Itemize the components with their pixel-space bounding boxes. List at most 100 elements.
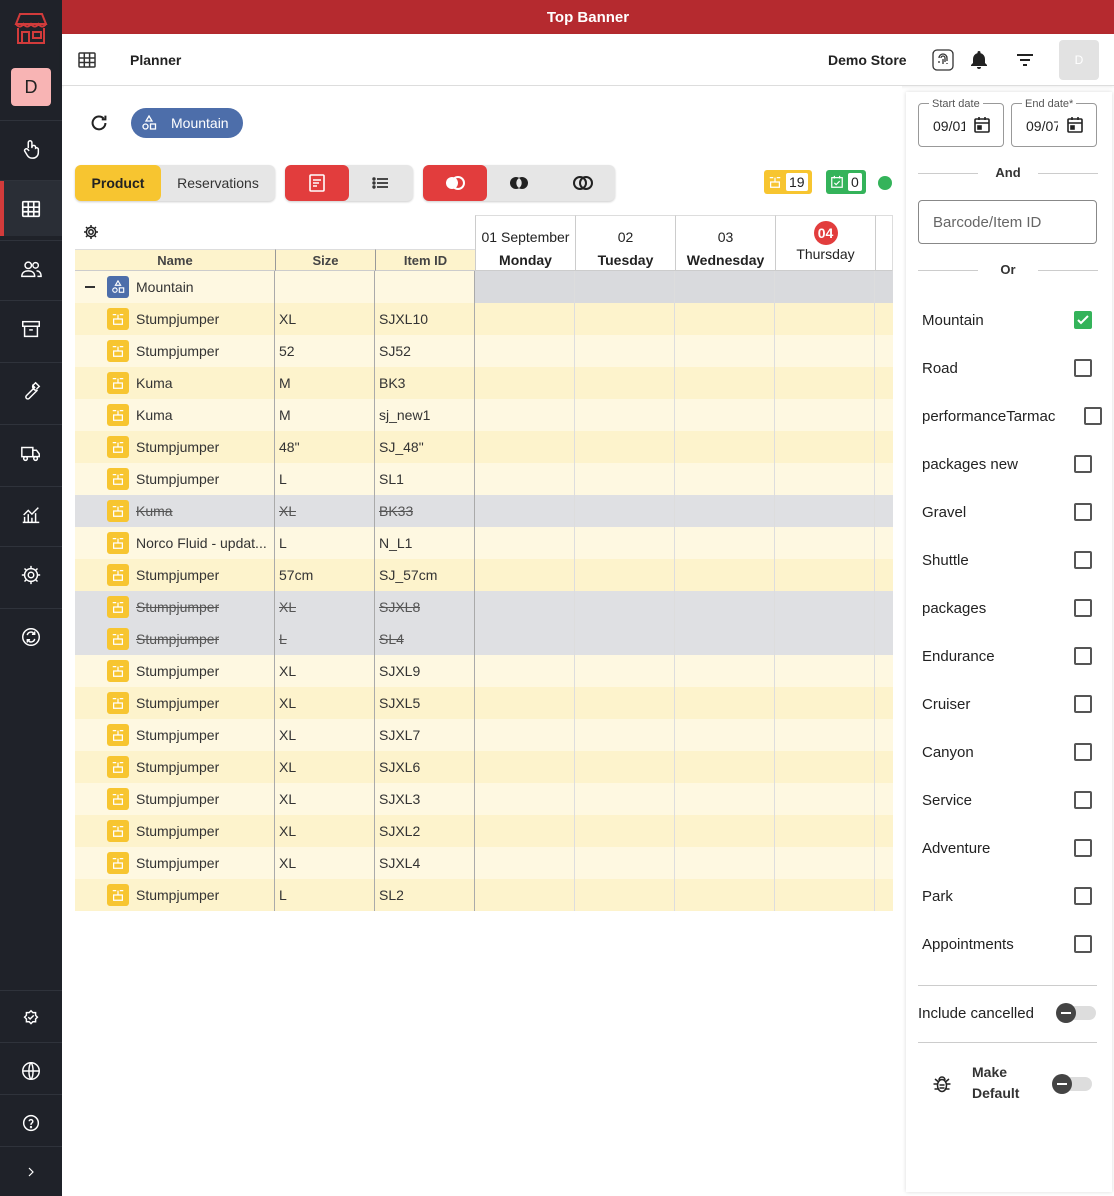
sidebar-item-language[interactable]	[0, 1042, 62, 1098]
day-cell[interactable]	[575, 623, 675, 655]
sidebar-item-reports[interactable]	[0, 486, 62, 542]
table-row-cancelled[interactable]: Stumpjumper L SL4	[75, 623, 893, 655]
refresh-icon[interactable]	[88, 112, 110, 134]
day-cell[interactable]	[575, 335, 675, 367]
filter-icon[interactable]	[1014, 49, 1036, 71]
category-filter-item[interactable]: Shuttle	[922, 545, 1102, 575]
day-cell[interactable]	[475, 687, 575, 719]
day-cell[interactable]	[675, 879, 775, 911]
category-filter-item[interactable]: packages new	[922, 449, 1102, 479]
day-cell[interactable]	[575, 655, 675, 687]
day-cell[interactable]	[475, 815, 575, 847]
table-row-cancelled[interactable]: Kuma XL BK33	[75, 495, 893, 527]
day-cell[interactable]	[475, 495, 575, 527]
day-cell[interactable]	[875, 655, 893, 687]
day-cell[interactable]	[475, 463, 575, 495]
table-row[interactable]: Stumpjumper L SL2	[75, 879, 893, 911]
start-date-field[interactable]: Start date 09/01/2025	[918, 98, 1004, 147]
day-cell[interactable]	[675, 815, 775, 847]
day-cell[interactable]	[875, 527, 893, 559]
make-default-switch[interactable]	[1052, 1074, 1092, 1094]
day-cell[interactable]	[775, 367, 875, 399]
day-cell[interactable]	[775, 655, 875, 687]
sidebar-item-verified[interactable]	[0, 990, 62, 1046]
checkbox[interactable]	[1074, 503, 1092, 521]
reservations-view-button[interactable]: Reservations	[161, 165, 275, 201]
day-cell[interactable]	[575, 559, 675, 591]
category-filter-item[interactable]: Mountain	[922, 305, 1102, 335]
day-cell[interactable]	[875, 399, 893, 431]
user-avatar[interactable]: D	[11, 68, 51, 106]
day-cell[interactable]	[575, 751, 675, 783]
category-filter-item[interactable]: packages	[922, 593, 1102, 623]
day-cell[interactable]	[775, 399, 875, 431]
overlap-mode-1-button[interactable]	[423, 165, 487, 201]
checkbox[interactable]	[1074, 839, 1092, 857]
checkbox[interactable]	[1074, 743, 1092, 761]
overlap-mode-2-button[interactable]	[487, 165, 551, 201]
day-cell[interactable]	[875, 879, 893, 911]
table-row[interactable]: Norco Fluid - updat... L N_L1	[75, 527, 893, 559]
category-filter-item[interactable]: Park	[922, 881, 1102, 911]
barcode-input[interactable]: Barcode/Item ID	[918, 200, 1097, 244]
day-cell[interactable]	[675, 687, 775, 719]
table-row[interactable]: Stumpjumper 52 SJ52	[75, 335, 893, 367]
checkbox[interactable]	[1074, 311, 1092, 329]
day-cell[interactable]	[475, 719, 575, 751]
day-cell[interactable]	[675, 527, 775, 559]
checkbox[interactable]	[1074, 647, 1092, 665]
checkbox[interactable]	[1074, 455, 1092, 473]
checkbox[interactable]	[1074, 887, 1092, 905]
day-cell[interactable]	[475, 399, 575, 431]
day-cell[interactable]	[575, 719, 675, 751]
collapse-icon[interactable]	[85, 286, 95, 288]
category-filter-item[interactable]: Cruiser	[922, 689, 1102, 719]
sidebar-item-delivery[interactable]	[0, 424, 62, 480]
checkbox[interactable]	[1074, 935, 1092, 953]
day-cell[interactable]	[775, 335, 875, 367]
day-cell[interactable]	[675, 335, 775, 367]
day-cell[interactable]	[775, 463, 875, 495]
day-cell[interactable]	[475, 879, 575, 911]
day-cell[interactable]	[675, 559, 775, 591]
day-cell[interactable]	[675, 463, 775, 495]
category-filter-item[interactable]: Road	[922, 353, 1102, 383]
day-cell[interactable]	[675, 847, 775, 879]
store-logo-icon[interactable]	[12, 10, 50, 46]
day-cell[interactable]	[675, 751, 775, 783]
day-cell[interactable]	[475, 751, 575, 783]
checkbox[interactable]	[1084, 407, 1102, 425]
table-row[interactable]: Stumpjumper XL SJXL6	[75, 751, 893, 783]
day-cell[interactable]	[575, 591, 675, 623]
day-cell[interactable]	[775, 687, 875, 719]
day-cell[interactable]	[575, 527, 675, 559]
table-settings-icon[interactable]	[83, 224, 99, 240]
column-header-item-id[interactable]: Item ID	[376, 249, 476, 271]
day-cell[interactable]	[875, 559, 893, 591]
day-cell[interactable]	[675, 431, 775, 463]
day-cell[interactable]	[875, 463, 893, 495]
day-cell[interactable]	[775, 431, 875, 463]
category-filter-item[interactable]: Adventure	[922, 833, 1102, 863]
day-cell[interactable]	[575, 847, 675, 879]
sidebar-item-service[interactable]	[0, 362, 62, 418]
day-cell[interactable]	[675, 367, 775, 399]
day-cell[interactable]	[575, 303, 675, 335]
table-row[interactable]: Stumpjumper 57cm SJ_57cm	[75, 559, 893, 591]
store-name[interactable]: Demo Store	[828, 52, 907, 68]
day-cell[interactable]	[475, 335, 575, 367]
category-chip[interactable]: Mountain	[131, 108, 243, 138]
day-cell[interactable]	[575, 399, 675, 431]
sidebar-item-customers[interactable]	[0, 240, 62, 296]
calendar-icon[interactable]	[973, 116, 991, 134]
table-row[interactable]: Stumpjumper XL SJXL5	[75, 687, 893, 719]
day-cell[interactable]	[875, 591, 893, 623]
sidebar-item-touch[interactable]	[0, 120, 62, 176]
category-filter-item[interactable]: Canyon	[922, 737, 1102, 767]
day-cell[interactable]	[675, 495, 775, 527]
bell-icon[interactable]	[968, 49, 990, 71]
day-cell[interactable]	[475, 623, 575, 655]
day-cell[interactable]	[775, 591, 875, 623]
include-cancelled-switch[interactable]	[1056, 1003, 1096, 1023]
day-cell[interactable]	[675, 783, 775, 815]
